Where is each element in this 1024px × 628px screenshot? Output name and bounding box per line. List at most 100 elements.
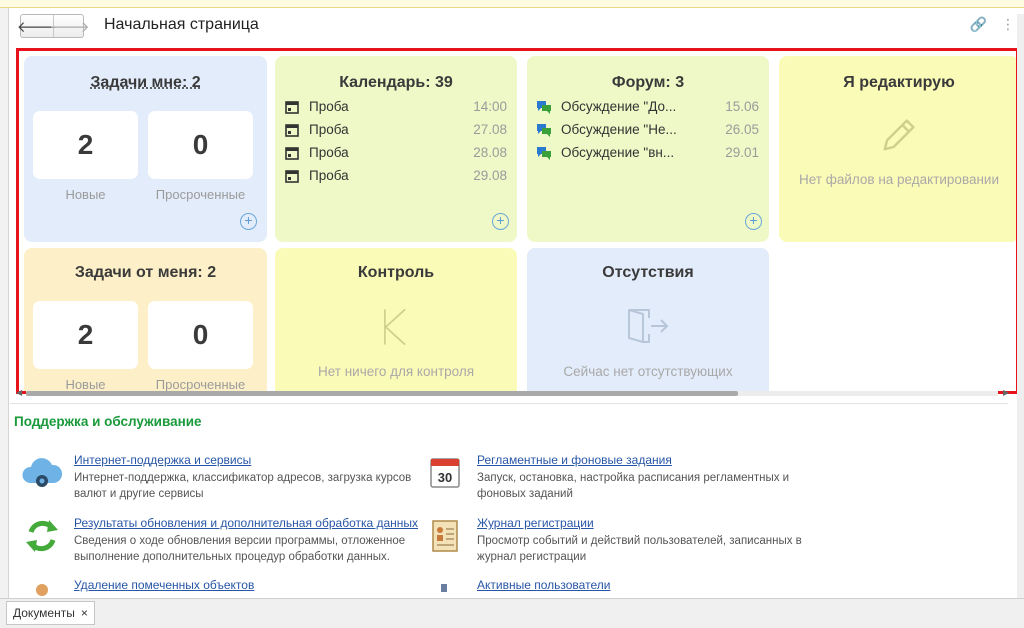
top-strip [0,0,1024,8]
list-item[interactable]: Обсуждение "вн... 29.01 [537,143,759,163]
new-tasks-count[interactable]: 2 [33,111,138,179]
empty-message: Сейчас нет отсутствующих [563,364,733,379]
support-link[interactable]: Регламентные и фоновые задания [477,453,672,467]
support-link[interactable]: Активные пользователи [477,578,610,592]
support-link[interactable]: Интернет-поддержка и сервисы [74,453,251,467]
event-date: 29.08 [473,168,507,183]
calendar-icon [285,101,299,114]
divider [10,403,1008,404]
highlight-box: Задачи мне: 2 2 0 Новые Просроченные + К… [16,48,1019,394]
tile-title[interactable]: Форум: 3 [527,74,769,92]
home-window: 🡐 🡒 Начальная страница 🔗 ⋮ Задачи мне: 2… [8,8,1024,598]
delete-marked-icon [36,584,48,596]
scroll-thumb[interactable] [26,391,738,396]
nav-buttons: 🡐 🡒 [17,14,90,38]
screen: 🡐 🡒 Начальная страница 🔗 ⋮ Задачи мне: 2… [0,0,1024,628]
calendar-icon [285,124,299,137]
chat-icon [537,101,551,114]
overdue-tasks-count[interactable]: 0 [148,301,253,369]
overdue-tasks-count[interactable]: 0 [148,111,253,179]
tile-title[interactable]: Задачи от меня: 2 [24,264,267,282]
topic-date: 29.01 [725,145,759,160]
tile-title[interactable]: Задачи мне: 2 [24,74,267,92]
title-actions: 🔗 ⋮ [970,16,1015,33]
new-label: Новые [65,187,106,202]
cloud-gear-icon [22,458,62,487]
journal-icon [432,520,458,552]
tile-absence: Отсутствия Сейчас нет отсутствующих [527,248,769,391]
more-icon[interactable]: ⋮ [1001,16,1015,33]
empty-message: Нет ничего для контроля [317,364,475,379]
tile-forum: Форум: 3 Обсуждение "До... 15.06 Обсужде… [527,56,769,242]
topic-name: Обсуждение "Не... [561,122,677,137]
event-name: Проба [309,145,349,160]
support-desc: Сведения о ходе обновления версии програ… [74,535,406,563]
new-tasks-count[interactable]: 2 [33,301,138,369]
event-date: 27.08 [473,122,507,137]
empty-message: Нет файлов на редактировании [798,172,1000,187]
tab-documents[interactable]: Документы × [6,601,95,625]
exit-door-icon [628,309,669,343]
users-icon [441,584,447,592]
tile-tasks-from-me: Задачи от меня: 2 2 0 Новые Просроченные [24,248,267,391]
topic-name: Обсуждение "До... [561,99,677,114]
tile-title[interactable]: Контроль [275,264,517,282]
refresh-icon [26,520,58,552]
support-heading: Поддержка и обслуживание [14,414,202,429]
scroll-right-icon[interactable]: ▶ [1003,388,1009,397]
back-button[interactable]: 🡐 [17,15,57,37]
support-desc: Интернет-поддержка, классификатор адресо… [74,472,412,500]
tile-editing: Я редактирую Нет файлов на редактировани… [779,56,1016,242]
tab-label: Документы [13,606,75,620]
support-link[interactable]: Результаты обновления и дополнительная о… [74,516,418,530]
support-item-users: Активные пользователи [425,578,825,598]
support-item-update: Результаты обновления и дополнительная о… [22,516,422,566]
support-item-journal: Журнал регистрации Просмотр событий и де… [425,516,825,566]
list-item[interactable]: Проба 29.08 [285,166,507,186]
add-topic-icon[interactable]: + [745,213,762,230]
arrow-right-icon: 🡒 [49,18,90,36]
calendar-icon [285,170,299,183]
horizontal-scrollbar[interactable]: ◀ ▶ [16,388,1011,398]
tile-title[interactable]: Отсутствия [527,264,769,282]
support-item-delete: Удаление помеченных объектов [22,578,422,598]
add-task-icon[interactable]: + [240,213,257,230]
list-item[interactable]: Обсуждение "Не... 26.05 [537,120,759,140]
event-name: Проба [309,168,349,183]
list-item[interactable]: Проба 28.08 [285,143,507,163]
calendar-30-icon: 30 [430,458,460,488]
event-date: 14:00 [473,99,507,114]
list-item[interactable]: Обсуждение "До... 15.06 [537,97,759,117]
tile-title[interactable]: Я редактирую [779,74,1016,92]
svg-text:30: 30 [438,470,452,485]
tile-control: Контроль Нет ничего для контроля [275,248,517,391]
pencil-icon [883,119,915,151]
right-edge [1017,14,1024,598]
support-desc: Просмотр событий и действий пользователе… [477,535,802,563]
topic-name: Обсуждение "вн... [561,145,675,160]
title-bar: 🡐 🡒 Начальная страница 🔗 ⋮ [9,8,1024,46]
tile-tasks-to-me: Задачи мне: 2 2 0 Новые Просроченные + [24,56,267,242]
support-link[interactable]: Журнал регистрации [477,516,594,530]
scroll-left-icon[interactable]: ◀ [16,388,22,397]
forward-button[interactable]: 🡒 [49,15,90,37]
close-icon[interactable]: × [81,606,88,620]
calendar-icon [285,147,299,160]
page-title: Начальная страница [104,16,259,33]
link-icon[interactable]: 🔗 [970,16,987,33]
support-item-scheduled: 30 Регламентные и фоновые задания Запуск… [425,453,825,503]
list-item[interactable]: Проба 14:00 [285,97,507,117]
tile-title[interactable]: Календарь: 39 [275,74,517,92]
overdue-label: Просроченные [155,187,246,202]
event-name: Проба [309,99,349,114]
event-date: 28.08 [473,145,507,160]
add-event-icon[interactable]: + [492,213,509,230]
support-item-internet: Интернет-поддержка и сервисы Интернет-по… [22,453,422,503]
support-desc: Запуск, остановка, настройка расписания … [477,472,790,500]
support-link[interactable]: Удаление помеченных объектов [74,578,254,592]
list-item[interactable]: Проба 27.08 [285,120,507,140]
tile-calendar: Календарь: 39 Проба 14:00 Проба 27.08 Пр… [275,56,517,242]
topic-date: 26.05 [725,122,759,137]
event-name: Проба [309,122,349,137]
control-k-icon [384,308,406,346]
